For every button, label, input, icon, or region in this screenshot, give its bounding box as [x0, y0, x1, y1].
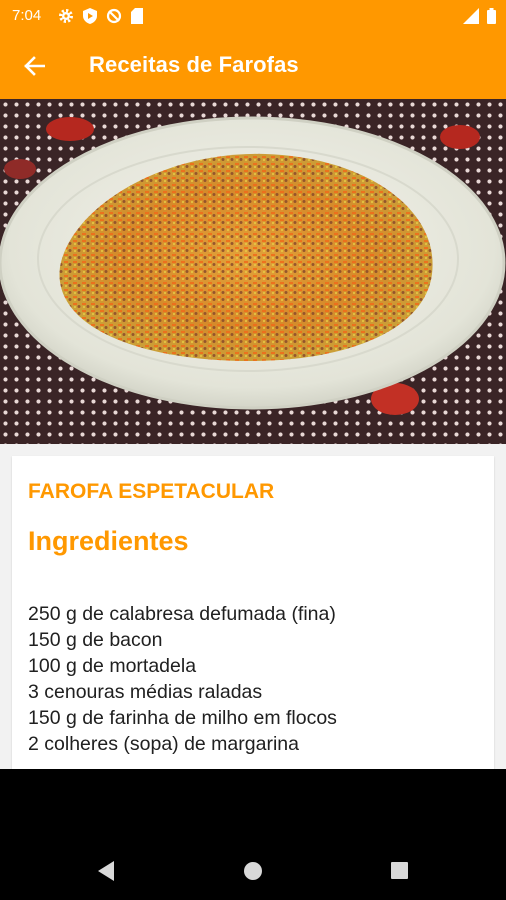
- list-item: 150 g de farinha de milho em flocos: [28, 707, 337, 729]
- status-time: 7:04: [12, 7, 42, 24]
- sd-card-icon: [131, 8, 143, 24]
- recipe-content[interactable]: FAROFA ESPETACULAR Ingredientes 250 g de…: [0, 444, 506, 776]
- farofa-dish-photo: [0, 116, 506, 415]
- list-item: 2 colheres (sopa) de margarina: [28, 733, 299, 755]
- list-item: 3 cenouras médias raladas: [28, 681, 263, 703]
- ingredients-list: 250 g de calabresa defumada (fina) 150 g…: [28, 601, 337, 757]
- app-bar: Receitas de Farofas: [0, 32, 506, 99]
- home-circle-icon[interactable]: [243, 861, 263, 881]
- ingredients-heading: Ingredientes: [28, 526, 189, 556]
- gear-icon: [59, 9, 73, 23]
- recipe-photo: [0, 99, 506, 444]
- app-title: Receitas de Farofas: [89, 52, 299, 77]
- arrow-back-icon: [24, 56, 45, 76]
- battery-icon: [487, 8, 496, 24]
- recipe-card: FAROFA ESPETACULAR Ingredientes 250 g de…: [12, 456, 494, 776]
- no-sync-icon: [106, 8, 122, 24]
- recents-square-icon[interactable]: [390, 861, 409, 880]
- recipe-title: FAROFA ESPETACULAR: [28, 480, 275, 503]
- status-icons-right: [463, 8, 496, 24]
- status-icons-left: [58, 8, 143, 24]
- list-item: 250 g de calabresa defumada (fina): [28, 603, 336, 625]
- back-button[interactable]: [18, 50, 50, 82]
- list-item: 100 g de mortadela: [28, 655, 197, 677]
- cell-signal-icon: [463, 8, 479, 24]
- play-protect-icon: [83, 8, 97, 24]
- back-triangle-icon[interactable]: [96, 860, 116, 882]
- list-item: 150 g de bacon: [28, 629, 163, 651]
- status-bar: 7:04: [0, 0, 506, 32]
